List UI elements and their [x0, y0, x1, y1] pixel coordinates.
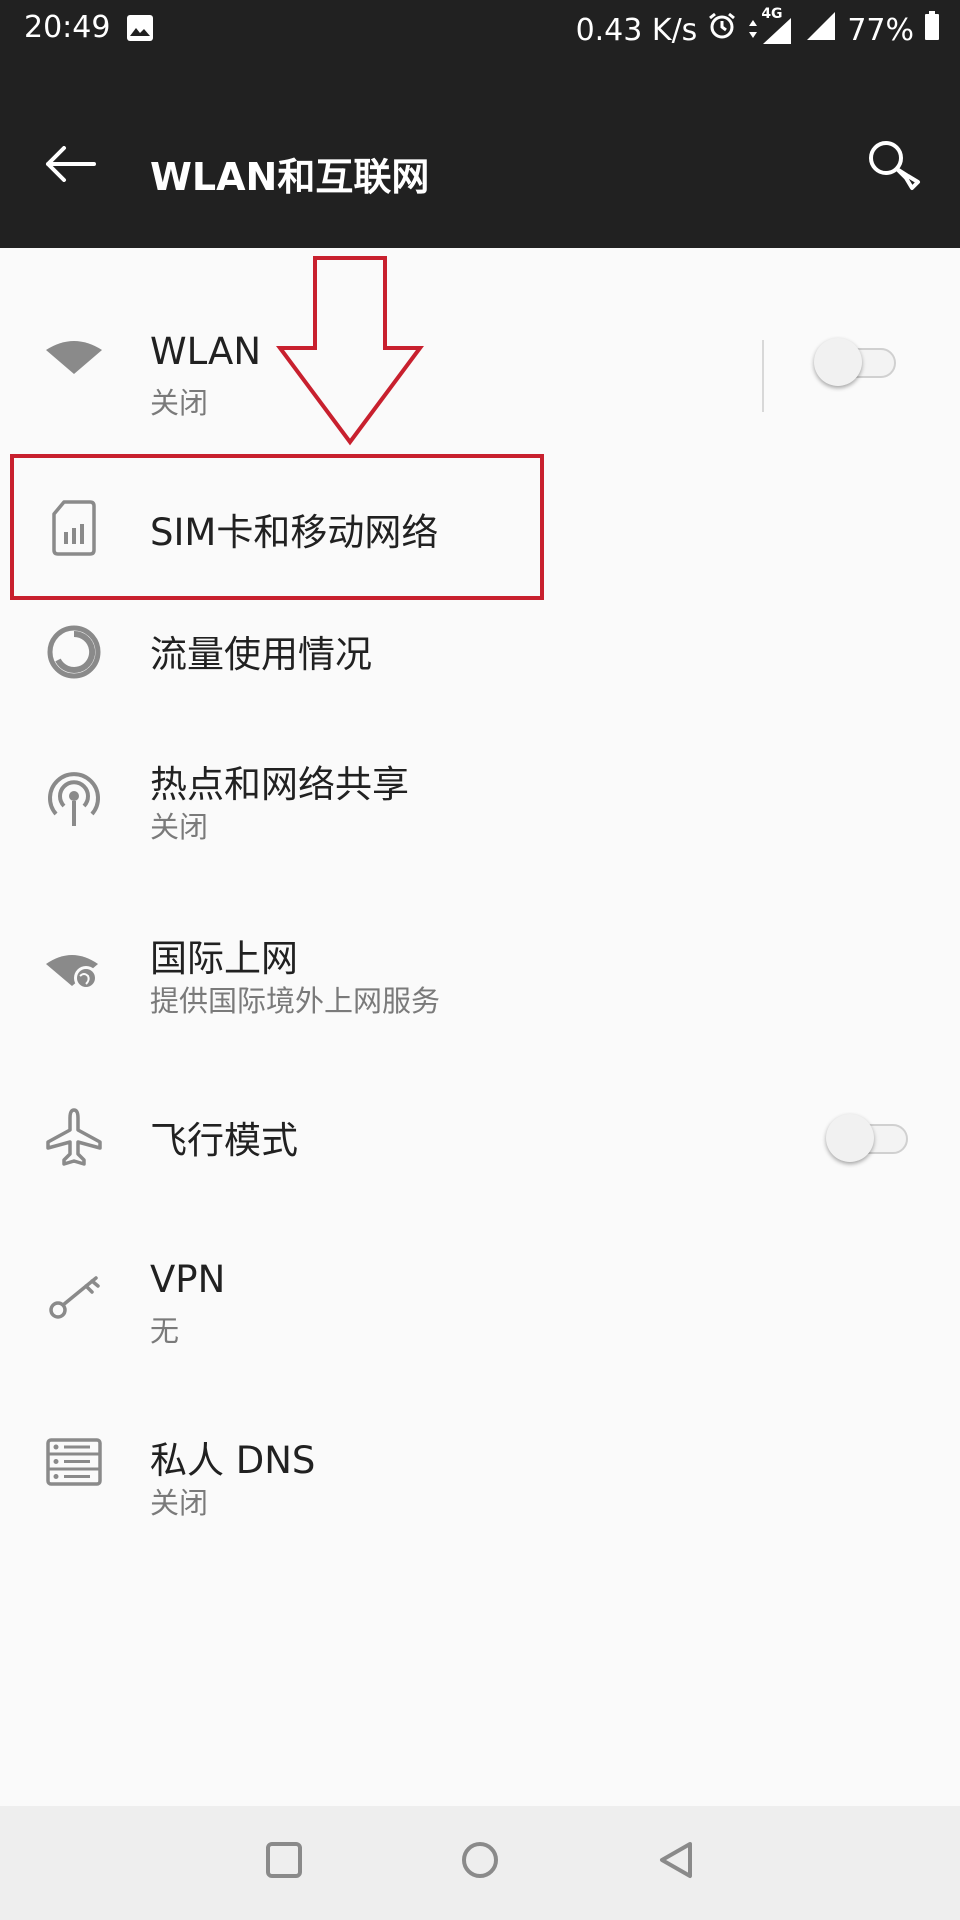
vpn-label: VPN — [150, 1258, 226, 1301]
search-icon[interactable] — [866, 138, 922, 198]
recents-square-icon[interactable] — [264, 1840, 304, 1884]
app-bar: WLAN和互联网 — [0, 58, 960, 248]
wlan-label: WLAN — [150, 330, 262, 373]
international-roaming-icon — [44, 940, 104, 1000]
data-usage-label: 流量使用情况 — [150, 633, 372, 676]
private-dns-item[interactable]: 私人 DNS 关闭 — [0, 1410, 960, 1540]
status-right: 0.43 K/s 4G 77% — [575, 6, 940, 50]
airplane-icon — [44, 1106, 104, 1166]
battery-icon — [924, 11, 940, 49]
alarm-icon — [707, 11, 737, 49]
back-triangle-icon[interactable] — [656, 1840, 696, 1884]
hotspot-icon — [44, 770, 104, 830]
airplane-mode-label: 飞行模式 — [150, 1119, 298, 1162]
home-circle-icon[interactable] — [460, 1840, 500, 1884]
annotation-highlight-box — [10, 454, 544, 600]
hotspot-item[interactable]: 热点和网络共享 关闭 — [0, 738, 960, 868]
wlan-item[interactable]: WLAN 关闭 — [0, 308, 960, 438]
status-time: 20:49 — [24, 10, 111, 45]
toggle-knob — [814, 338, 862, 386]
vpn-status: 无 — [150, 1314, 180, 1348]
airplane-mode-toggle[interactable] — [826, 1114, 908, 1162]
wlan-status: 关闭 — [150, 386, 209, 420]
data-usage-icon — [44, 622, 104, 682]
vpn-item[interactable]: VPN 无 — [0, 1238, 960, 1368]
hotspot-status: 关闭 — [150, 810, 209, 844]
mobile-signal-4g-icon: 4G — [747, 6, 795, 46]
toggle-knob — [826, 1114, 874, 1162]
international-roaming-desc: 提供国际境外上网服务 — [150, 984, 441, 1018]
international-roaming-item[interactable]: 国际上网 提供国际境外上网服务 — [0, 912, 960, 1042]
airplane-mode-item[interactable]: 飞行模式 — [0, 1088, 960, 1198]
battery-level: 77% — [847, 12, 914, 48]
network-type: 4G — [761, 6, 783, 22]
net-speed: 0.43 K/s — [575, 12, 698, 48]
private-dns-label: 私人 DNS — [150, 1439, 316, 1482]
dns-server-icon — [44, 1434, 104, 1494]
gallery-notification-icon — [126, 14, 154, 50]
divider — [762, 340, 764, 412]
back-arrow-icon[interactable] — [44, 146, 96, 186]
annotation-arrow-icon — [276, 256, 426, 452]
mobile-signal-2-icon — [805, 10, 837, 50]
status-bar: 20:49 0.43 K/s 4G 77% — [0, 0, 960, 58]
private-dns-status: 关闭 — [150, 1486, 209, 1520]
wlan-toggle[interactable] — [814, 338, 896, 386]
key-icon — [44, 1264, 104, 1324]
international-roaming-label: 国际上网 — [150, 937, 298, 980]
page-title: WLAN和互联网 — [150, 155, 430, 199]
hotspot-label: 热点和网络共享 — [150, 763, 409, 806]
data-usage-item[interactable]: 流量使用情况 — [0, 598, 960, 708]
wifi-icon — [44, 328, 104, 388]
navigation-bar — [0, 1806, 960, 1920]
